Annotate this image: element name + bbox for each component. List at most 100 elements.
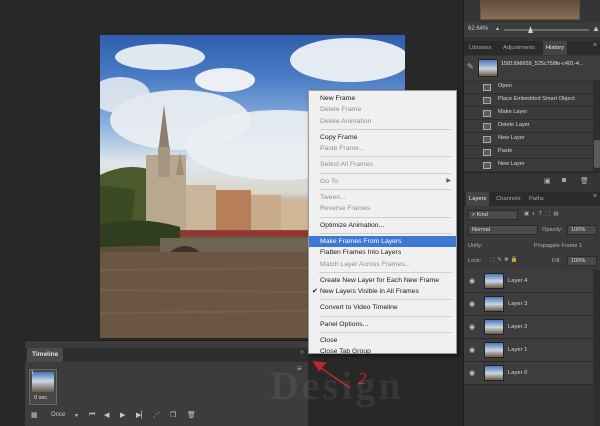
history-state[interactable]: New Layer: [464, 159, 593, 172]
history-scroll-thumb[interactable]: [594, 140, 600, 168]
visibility-eye-icon[interactable]: ◉: [469, 323, 475, 331]
menu-separator: [319, 271, 452, 273]
first-frame-icon[interactable]: ⏮: [89, 411, 95, 419]
filter-kind: Kind: [476, 212, 488, 218]
menu-item-delete-animation[interactable]: Delete Animation: [309, 116, 456, 127]
menu-item-paste-frame[interactable]: Paste Frame...: [309, 143, 456, 154]
layer-name[interactable]: Layer 3: [508, 301, 527, 307]
layer-name[interactable]: Layer 0: [508, 370, 527, 376]
history-state-icon: [483, 110, 491, 117]
menu-item-delete-frame[interactable]: Delete Frame: [309, 104, 456, 115]
menu-item-select-all-frames[interactable]: Select All Frames: [309, 159, 456, 170]
tab-adjustments[interactable]: Adjustments: [500, 41, 538, 55]
history-state-icon: [483, 97, 491, 104]
history-state[interactable]: Place Embedded Smart Object: [464, 94, 593, 107]
filter-icons[interactable]: ▣◐T⬚▤: [524, 211, 562, 217]
menu-item-make-frames-from-layers[interactable]: Make Frames From Layers: [309, 235, 456, 248]
convert-icon[interactable]: ▦: [31, 411, 38, 419]
tab-libraries[interactable]: Libraries: [466, 41, 494, 55]
layer-filter-select[interactable]: ⌕ Kind: [468, 210, 518, 220]
menu-item-create-new-layer-for-each-new-frame[interactable]: Create New Layer for Each New Frame: [309, 275, 456, 286]
zoom-value[interactable]: 62.64%: [468, 26, 488, 32]
visibility-eye-icon[interactable]: ◉: [469, 369, 475, 377]
history-state-label: Delete Layer: [498, 122, 530, 128]
frame-number: 1: [31, 370, 34, 376]
history-menu-icon[interactable]: ≡: [593, 42, 597, 49]
visibility-eye-icon[interactable]: ◉: [469, 277, 475, 285]
history-snapshot[interactable]: ✎ 1581996659_525c758fe-c401-4...: [464, 56, 600, 80]
history-scrollbar[interactable]: [593, 80, 600, 172]
tab-timeline[interactable]: Timeline: [27, 348, 64, 362]
layer-name[interactable]: Layer 1: [508, 347, 527, 353]
layers-tab-row: Layers Channels Paths ≡: [464, 192, 600, 206]
menu-item-label: Make Frames From Layers: [320, 237, 402, 245]
menu-item-copy-frame[interactable]: Copy Frame: [309, 132, 456, 143]
menu-item-close-tab-group[interactable]: Close Tab Group: [309, 346, 456, 357]
trash-icon[interactable]: 🗑: [580, 177, 589, 185]
layer-name[interactable]: Layer 2: [508, 324, 527, 330]
prev-frame-icon[interactable]: ◀: [104, 411, 109, 419]
collapse-icon[interactable]: »: [300, 349, 304, 356]
loop-select[interactable]: Once: [51, 412, 65, 418]
layers-menu-icon[interactable]: ≡: [593, 193, 597, 200]
timeline-panel-menu[interactable]: New Frame Delete Frame Delete Animation Cop…: [308, 90, 457, 357]
navigator-preview[interactable]: [480, 0, 580, 20]
layers-scrollbar[interactable]: [593, 270, 600, 426]
menu-item-new-frame[interactable]: New Frame: [309, 93, 456, 104]
history-state-label: New Layer: [498, 135, 525, 141]
menu-item-match-layer-across-frames[interactable]: Match Layer Across Frames...: [309, 259, 456, 270]
layer-row[interactable]: ◉ Layer 0: [464, 362, 600, 385]
visibility-eye-icon[interactable]: ◉: [469, 300, 475, 308]
tab-layers[interactable]: Layers: [466, 192, 490, 206]
layer-name[interactable]: Layer 4: [508, 278, 527, 284]
menu-item-go-to[interactable]: Go To ▶: [309, 176, 456, 187]
duplicate-frame-icon[interactable]: ❐: [170, 411, 176, 419]
camera-icon[interactable]: ◙: [562, 177, 566, 184]
history-state[interactable]: Paste: [464, 146, 593, 159]
menu-item-flatten-frames-into-layers[interactable]: Flatten Frames Into Layers: [309, 247, 456, 258]
history-state-label: New Layer: [498, 161, 525, 167]
menu-item-optimize-animation[interactable]: Optimize Animation...: [309, 220, 456, 231]
menu-item-convert-to-video-timeline[interactable]: Convert to Video Timeline: [309, 302, 456, 313]
zoom-slider[interactable]: [504, 29, 589, 31]
tween-icon[interactable]: ⋰: [153, 411, 160, 419]
loop-dropdown-icon[interactable]: ▼: [74, 413, 79, 419]
layer-row[interactable]: ◉ Layer 2: [464, 316, 600, 339]
layer-row[interactable]: ◉ Layer 4: [464, 270, 600, 293]
history-state[interactable]: Delete Layer: [464, 120, 593, 133]
timeline-panel[interactable]: Timeline » ≡ 1 0 sec. ▦ Once ▼ ⏮ ◀ ▶ ▶▏ …: [25, 340, 308, 426]
layers-options: ⌕ Kind ▣◐T⬚▤ Normal Opacity: 100% Unify:…: [464, 206, 600, 270]
layer-row[interactable]: ◉ Layer 1: [464, 339, 600, 362]
visibility-eye-icon[interactable]: ◉: [469, 346, 475, 354]
tab-history[interactable]: History: [543, 41, 568, 55]
menu-item-panel-options[interactable]: Panel Options...: [309, 319, 456, 330]
zoom-in-icon[interactable]: ▲: [592, 24, 600, 33]
blend-mode-select[interactable]: Normal: [468, 225, 538, 235]
lock-icons[interactable]: ⬚✎✥🔒: [490, 257, 520, 263]
menu-item-reverse-frames[interactable]: Reverse Frames: [309, 203, 456, 214]
fill-input[interactable]: 100%: [567, 256, 597, 266]
tab-channels[interactable]: Channels: [493, 192, 524, 206]
propagate-frame[interactable]: Propagate Frame 1: [534, 243, 582, 249]
timeline-frame[interactable]: 1 0 sec.: [29, 369, 57, 405]
menu-separator: [319, 189, 452, 191]
next-frame-icon[interactable]: ▶▏: [136, 411, 147, 419]
frame-duration[interactable]: 0 sec.: [34, 395, 49, 401]
menu-item-tween[interactable]: Tween...: [309, 192, 456, 203]
history-brush-icon[interactable]: ✎: [467, 62, 474, 71]
new-document-icon[interactable]: ▣: [544, 177, 551, 185]
layer-row[interactable]: ◉ Layer 3: [464, 293, 600, 316]
history-state[interactable]: Make Layer: [464, 107, 593, 120]
opacity-input[interactable]: 100%: [567, 225, 597, 235]
menu-item-new-layers-visible-in-all-frames[interactable]: ✔ New Layers Visible in All Frames: [309, 286, 456, 297]
tab-paths[interactable]: Paths: [526, 192, 547, 206]
zoom-out-icon[interactable]: ▴: [496, 25, 499, 32]
menu-item-label: Flatten Frames Into Layers: [320, 249, 402, 257]
layer-thumbnail: [484, 342, 504, 358]
play-icon[interactable]: ▶: [120, 411, 125, 419]
trash-icon[interactable]: 🗑: [187, 411, 196, 419]
history-state[interactable]: Open: [464, 81, 593, 94]
history-state-icon: [483, 149, 491, 156]
menu-item-close[interactable]: Close: [309, 335, 456, 346]
history-state[interactable]: New Layer: [464, 133, 593, 146]
